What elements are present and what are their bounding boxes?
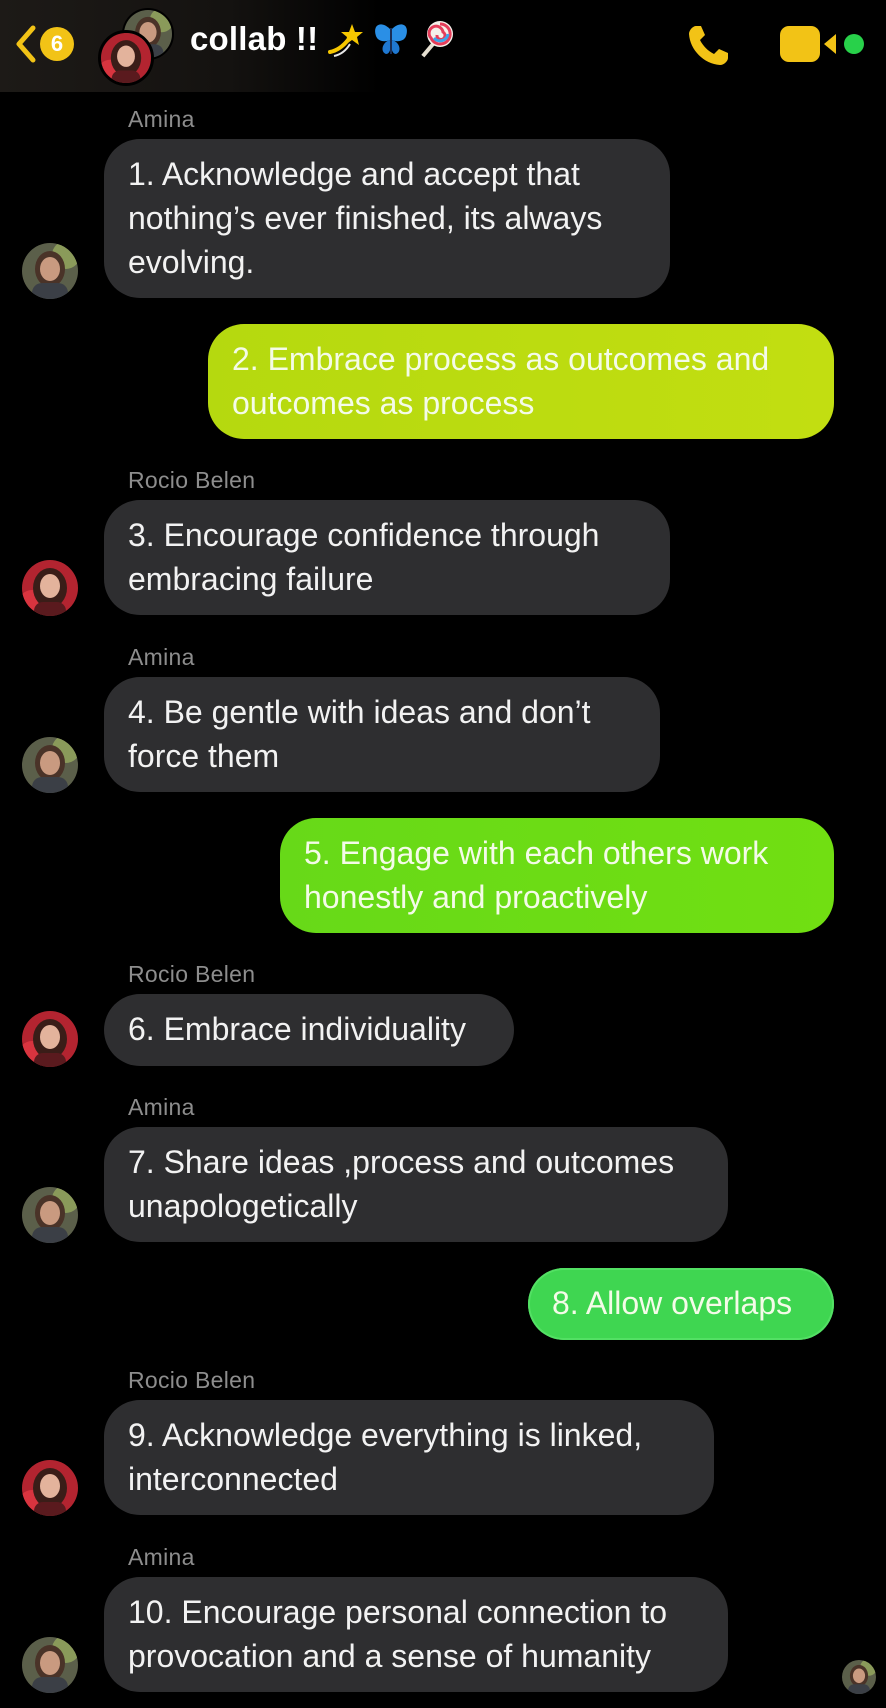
sender-name: Rocio Belen: [128, 467, 256, 493]
avatar-image: [22, 1011, 78, 1067]
sender-avatar-rocio[interactable]: [22, 1011, 78, 1067]
message-bubble-incoming[interactable]: 4. Be gentle with ideas and don’t force …: [104, 677, 660, 792]
message-bubble-outgoing[interactable]: 2. Embrace process as outcomes and outco…: [208, 324, 834, 439]
message-bubble-incoming[interactable]: 3. Encourage confidence through embracin…: [104, 500, 670, 615]
sender-name: Rocio Belen: [128, 1367, 256, 1393]
sender-name: Amina: [128, 1544, 195, 1570]
dizzy-emoji-icon: [328, 24, 364, 57]
sender-avatar-amina[interactable]: [22, 1637, 78, 1693]
read-receipt-avatar: [842, 1660, 876, 1694]
avatar-image: [842, 1660, 876, 1694]
online-indicator: [844, 34, 864, 54]
avatar-image: [22, 243, 78, 299]
chat-title-text: collab !!: [190, 20, 319, 57]
sender-name: Rocio Belen: [128, 961, 256, 987]
avatar-image: [22, 1637, 78, 1693]
group-avatar-rocio[interactable]: [98, 30, 154, 86]
chat-header: 6 collab !!: [0, 0, 886, 92]
avatar-image: [22, 1187, 78, 1243]
lollipop-emoji-icon: [421, 21, 454, 58]
message-bubble-incoming[interactable]: 1. Acknowledge and accept that nothing’s…: [104, 139, 670, 298]
sender-avatar-rocio[interactable]: [22, 1460, 78, 1516]
message-bubble-incoming[interactable]: 7. Share ideas ,process and outcomes una…: [104, 1127, 728, 1242]
phone-icon[interactable]: [684, 20, 734, 70]
message-bubble-incoming[interactable]: 6. Embrace individuality: [104, 994, 514, 1066]
avatar-image: [22, 560, 78, 616]
sender-name: Amina: [128, 644, 195, 670]
message-bubble-incoming[interactable]: 10. Encourage personal connection to pro…: [104, 1577, 728, 1692]
chat-title[interactable]: collab !!: [190, 20, 456, 58]
avatar-image: [101, 33, 151, 83]
avatar-image: [22, 1460, 78, 1516]
sender-name: Amina: [128, 106, 195, 132]
avatar-image: [22, 737, 78, 793]
unread-count-badge: 6: [40, 27, 74, 61]
message-bubble-outgoing[interactable]: 8. Allow overlaps: [528, 1268, 834, 1340]
sender-avatar-amina[interactable]: [22, 243, 78, 299]
back-button[interactable]: 6: [14, 22, 74, 66]
video-camera-icon[interactable]: [780, 24, 844, 64]
butterfly-emoji-icon: [375, 24, 408, 54]
sender-name: Amina: [128, 1094, 195, 1120]
message-bubble-outgoing[interactable]: 5. Engage with each others work honestly…: [280, 818, 834, 933]
message-bubble-incoming[interactable]: 9. Acknowledge everything is linked, int…: [104, 1400, 714, 1515]
sender-avatar-amina[interactable]: [22, 737, 78, 793]
chevron-left-icon: [16, 25, 36, 63]
sender-avatar-rocio[interactable]: [22, 560, 78, 616]
sender-avatar-amina[interactable]: [22, 1187, 78, 1243]
